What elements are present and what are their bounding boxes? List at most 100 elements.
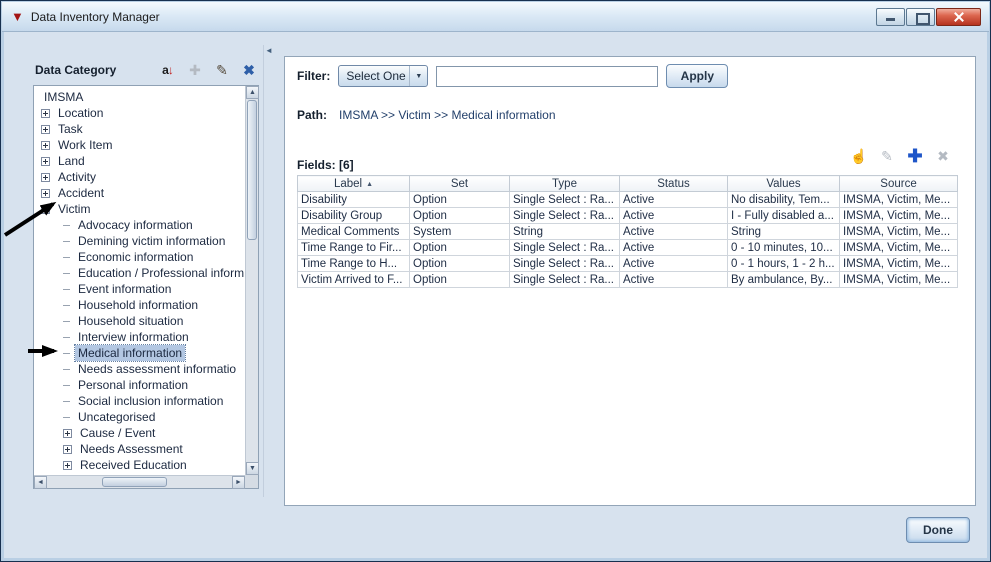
data-inventory-manager-window: ▼ Data Inventory Manager Data Category a… [0,0,991,562]
cell: Active [620,208,728,224]
tree-item-event-information[interactable]: Event information [35,281,244,297]
tree-toolbar: a↓ ✚ ✎ ✖ [158,61,259,79]
tree-item-household-information[interactable]: Household information [35,297,244,313]
tree-item-social-inclusion-information[interactable]: Social inclusion information [35,393,244,409]
table-row-time-range-first-aid[interactable]: Time Range to Fir... Option Single Selec… [298,240,958,256]
tree-item-education-professional-information[interactable]: Education / Professional inform [35,265,244,281]
tree-horizontal-scrollbar: ◄ ► [34,475,245,488]
table-row-victim-arrived[interactable]: Victim Arrived to F... Option Single Sel… [298,272,958,288]
expand-icon[interactable] [41,125,50,134]
minimize-button[interactable] [876,8,905,26]
tree-item-cause-event[interactable]: Cause / Event [35,425,244,441]
cell: IMSMA, Victim, Me... [840,224,958,240]
sort-icon[interactable]: a↓ [158,61,178,79]
close-button[interactable] [936,8,981,26]
breadcrumb: Path: IMSMA >> Victim >> Medical informa… [297,108,556,122]
tree-item-demining-victim-information[interactable]: Demining victim information [35,233,244,249]
expand-icon[interactable] [63,429,72,438]
sort-ascending-icon: ▲ [366,181,373,188]
cell: Victim Arrived to F... [298,272,410,288]
delete-category-icon[interactable]: ✖ [239,61,259,79]
tree-item-uncategorised[interactable]: Uncategorised [35,409,244,425]
column-header-values[interactable]: Values [728,176,840,192]
fields-panel: Filter: Select One ▼ Apply Path: IMSMA >… [284,56,976,506]
tree-item-household-situation[interactable]: Household situation [35,313,244,329]
tree-leaf-icon [63,289,70,290]
tree-item-activity[interactable]: Activity [35,169,244,185]
cell: IMSMA, Victim, Me... [840,208,958,224]
scrollbar-corner [245,475,258,488]
path-value: IMSMA >> Victim >> Medical information [339,108,556,122]
table-row-medical-comments[interactable]: Medical Comments System String Active St… [298,224,958,240]
tree-item-imsma[interactable]: IMSMA [35,89,244,105]
tree-item-needs-assessment[interactable]: Needs Assessment [35,441,244,457]
expand-icon[interactable] [41,157,50,166]
add-category-icon: ✚ [185,61,205,79]
expand-icon[interactable] [41,141,50,150]
tree-item-interview-information[interactable]: Interview information [35,329,244,345]
expand-icon[interactable] [41,189,50,198]
cell: Active [620,240,728,256]
table-row-disability[interactable]: Disability Option Single Select : Ra... … [298,192,958,208]
table-row-time-range-hospital[interactable]: Time Range to H... Option Single Select … [298,256,958,272]
path-label: Path: [297,108,339,122]
tree-item-needs-assessment-information[interactable]: Needs assessment informatio [35,361,244,377]
data-category-header: Data Category a↓ ✚ ✎ ✖ [35,57,259,83]
category-tree: IMSMA Location Task Work Item Land Activ… [33,85,259,489]
tree-leaf-icon [63,273,70,274]
cell: I - Fully disabled a... [728,208,840,224]
tree-item-location[interactable]: Location [35,105,244,121]
tree-item-accident[interactable]: Accident [35,185,244,201]
horizontal-scroll-thumb[interactable] [102,477,167,487]
scroll-up-icon[interactable]: ▲ [246,86,259,99]
tree-item-task[interactable]: Task [35,121,244,137]
expand-icon[interactable] [63,445,72,454]
done-button[interactable]: Done [906,517,970,543]
tree-view: IMSMA Location Task Work Item Land Activ… [35,87,244,474]
tree-item-work-item[interactable]: Work Item [35,137,244,153]
expand-icon[interactable] [41,173,50,182]
column-header-label[interactable]: Label▲ [298,176,410,192]
tree-item-received-education[interactable]: Received Education [35,457,244,473]
splitter-collapse-icon[interactable]: ◄ [265,47,273,55]
tree-item-advocacy-information[interactable]: Advocacy information [35,217,244,233]
column-header-type[interactable]: Type [510,176,620,192]
column-header-status[interactable]: Status [620,176,728,192]
cell: IMSMA, Victim, Me... [840,272,958,288]
vertical-scroll-thumb[interactable] [247,100,257,240]
tree-leaf-icon [63,417,70,418]
cell: By ambulance, By... [728,272,840,288]
tree-item-victim[interactable]: Victim [35,201,244,217]
tree-leaf-icon [63,241,70,242]
titlebar[interactable]: ▼ Data Inventory Manager [2,2,989,32]
filter-row: Filter: Select One ▼ Apply [297,64,728,88]
scroll-left-icon[interactable]: ◄ [34,476,47,489]
filter-input[interactable] [436,66,658,87]
maximize-button[interactable] [906,8,935,26]
apply-button[interactable]: Apply [666,64,728,88]
edit-category-icon[interactable]: ✎ [212,61,232,79]
table-row-disability-group[interactable]: Disability Group Option Single Select : … [298,208,958,224]
column-header-source[interactable]: Source [840,176,958,192]
collapse-icon[interactable] [41,205,50,214]
chevron-down-icon[interactable]: ▼ [409,66,427,86]
tree-leaf-icon [63,369,70,370]
data-category-title: Data Category [35,63,116,77]
filter-dropdown[interactable]: Select One ▼ [338,65,428,87]
cell: Medical Comments [298,224,410,240]
tree-item-medical-information[interactable]: Medical information [35,345,244,361]
tree-item-personal-information[interactable]: Personal information [35,377,244,393]
add-field-icon[interactable]: ✚ [905,147,925,165]
panel-splitter[interactable]: ◄ [263,45,274,497]
expand-icon[interactable] [41,109,50,118]
tree-item-economic-information[interactable]: Economic information [35,249,244,265]
cell: Active [620,224,728,240]
cell: Option [410,208,510,224]
column-header-set[interactable]: Set [410,176,510,192]
scroll-down-icon[interactable]: ▼ [246,462,259,475]
cell: Time Range to H... [298,256,410,272]
tree-item-land[interactable]: Land [35,153,244,169]
expand-icon[interactable] [63,461,72,470]
scroll-right-icon[interactable]: ► [232,476,245,489]
cell: Active [620,256,728,272]
